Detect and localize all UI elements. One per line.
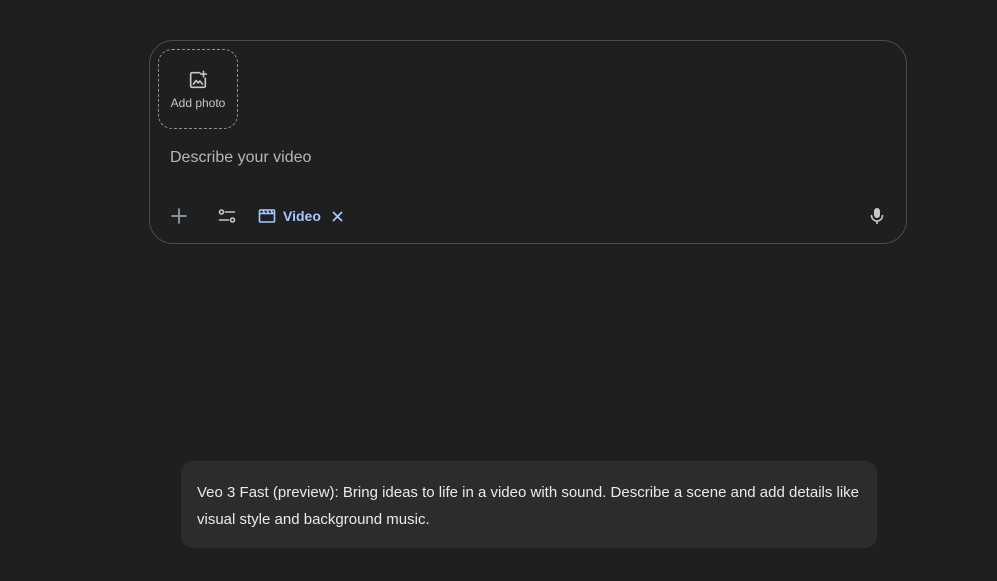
prompt-input[interactable] <box>170 145 860 171</box>
add-photo-icon <box>189 69 208 88</box>
page: Add photo Describe your video Video Veo … <box>0 0 997 581</box>
close-icon <box>332 211 343 221</box>
tools-button[interactable] <box>212 201 242 231</box>
movie-icon <box>258 209 276 223</box>
plus-icon <box>171 208 187 224</box>
microphone-button[interactable] <box>862 201 892 231</box>
video-mode-chip[interactable]: Video <box>258 201 345 231</box>
prompt-composer: Add photo Describe your video Video <box>149 40 907 244</box>
model-info-text: Veo 3 Fast (preview): Bring ideas to lif… <box>197 484 860 528</box>
model-info-tooltip: Veo 3 Fast (preview): Bring ideas to lif… <box>181 461 877 548</box>
video-chip-label: Video <box>283 208 321 224</box>
remove-video-chip-button[interactable] <box>331 209 345 223</box>
mic-icon <box>870 208 884 224</box>
tune-icon <box>218 209 236 223</box>
add-button[interactable] <box>164 201 194 231</box>
composer-toolbar: Video <box>164 201 345 231</box>
add-photo-label: Add photo <box>170 95 226 110</box>
add-photo-button[interactable]: Add photo <box>158 49 238 129</box>
